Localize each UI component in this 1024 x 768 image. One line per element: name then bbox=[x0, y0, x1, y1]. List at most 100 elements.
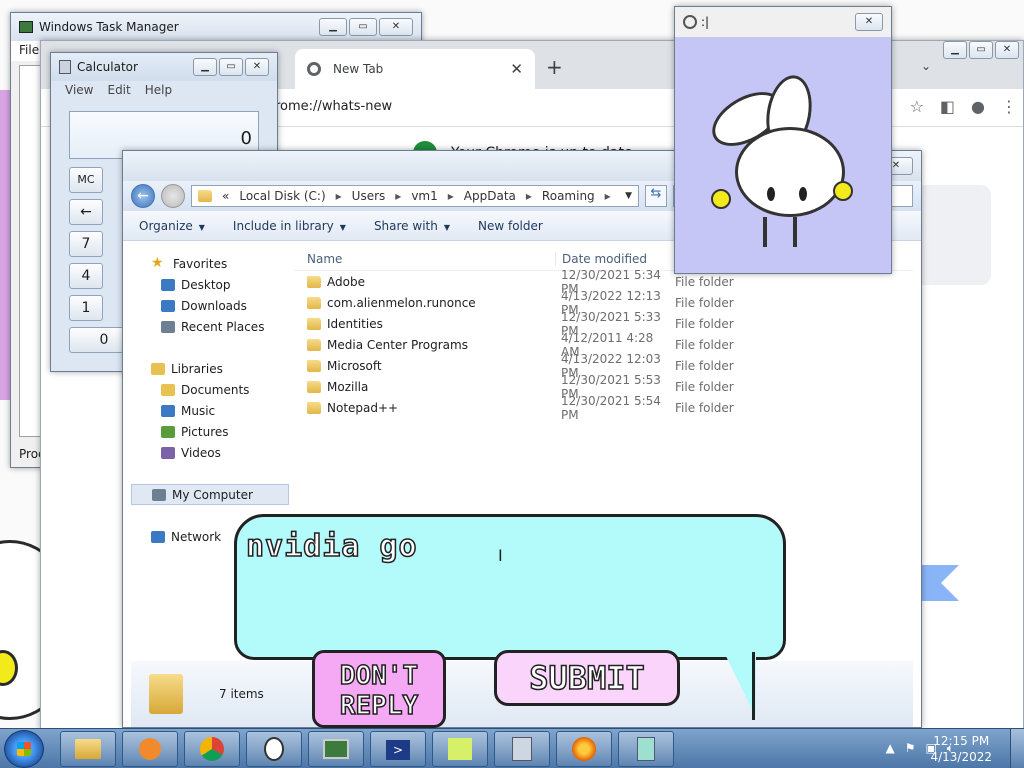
bunny-titlebar[interactable]: :| ✕ bbox=[675, 7, 891, 37]
breadcrumb-roaming[interactable]: Roaming bbox=[542, 189, 595, 203]
breadcrumb-users[interactable]: Users bbox=[352, 189, 386, 203]
maximize-button[interactable]: ▭ bbox=[349, 18, 377, 36]
clock[interactable]: 12:15 PM 4/13/2022 bbox=[930, 733, 992, 765]
show-hidden-icons-icon[interactable]: ▲ bbox=[885, 741, 894, 756]
pictures-icon bbox=[161, 425, 175, 438]
powershell-icon: > bbox=[386, 740, 410, 760]
chevron-right-icon[interactable]: ▸ bbox=[395, 189, 401, 203]
chevron-right-icon[interactable]: ▸ bbox=[336, 189, 342, 203]
new-folder-button[interactable]: New folder bbox=[478, 219, 543, 233]
nav-desktop[interactable]: Desktop bbox=[131, 274, 287, 295]
nav-downloads[interactable]: Downloads bbox=[131, 295, 287, 316]
organize-button[interactable]: Organize ▼ bbox=[139, 219, 205, 233]
nav-documents[interactable]: Documents bbox=[131, 379, 287, 400]
menu-help[interactable]: Help bbox=[145, 83, 172, 99]
menu-edit[interactable]: Edit bbox=[107, 83, 130, 99]
nav-music[interactable]: Music bbox=[131, 400, 287, 421]
maximize-button[interactable]: ▭ bbox=[969, 41, 993, 59]
back-button[interactable]: ← bbox=[131, 184, 155, 208]
minimize-button[interactable]: ▁ bbox=[943, 41, 967, 59]
breadcrumb-vm1[interactable]: vm1 bbox=[411, 189, 437, 203]
desktop-icon bbox=[161, 278, 175, 291]
videos-icon bbox=[161, 446, 175, 459]
bookmark-star-icon[interactable]: ☆ bbox=[910, 97, 924, 116]
close-button[interactable]: ✕ bbox=[855, 13, 883, 31]
taskbar-media-player[interactable] bbox=[122, 731, 178, 767]
column-name[interactable]: Name bbox=[293, 252, 555, 266]
column-date-modified[interactable]: Date modified bbox=[555, 251, 675, 266]
nav-videos[interactable]: Videos bbox=[131, 442, 287, 463]
minimize-button[interactable]: ▁ bbox=[193, 58, 217, 76]
taskbar-task-manager[interactable] bbox=[308, 731, 364, 767]
nav-libraries[interactable]: Libraries bbox=[131, 358, 287, 379]
tab-new-tab[interactable]: New Tab ✕ bbox=[295, 49, 535, 89]
close-button[interactable]: ✕ bbox=[245, 58, 269, 76]
address-bar[interactable]: rome://whats-new bbox=[275, 99, 392, 114]
include-in-library-button[interactable]: Include in library ▼ bbox=[233, 219, 346, 233]
refresh-icon[interactable]: ⇆ bbox=[645, 185, 667, 207]
reply-input[interactable] bbox=[246, 526, 746, 566]
breadcrumb-prefix[interactable]: « bbox=[222, 189, 229, 203]
nav-my-computer[interactable]: My Computer bbox=[131, 484, 289, 505]
breadcrumb[interactable]: « Local Disk (C:) ▸ Users ▸ vm1 ▸ AppData ▸ … bbox=[191, 185, 639, 207]
chevron-right-icon[interactable]: ▸ bbox=[526, 189, 532, 203]
nav-pictures[interactable]: Pictures bbox=[131, 421, 287, 442]
key-backspace[interactable]: ← bbox=[69, 199, 103, 225]
menu-icon[interactable]: ⋮ bbox=[1001, 97, 1017, 116]
taskbar-calculator[interactable] bbox=[494, 731, 550, 767]
task-manager-titlebar[interactable]: Windows Task Manager ▁ ▭ ✕ bbox=[11, 13, 421, 41]
key-mc[interactable]: MC bbox=[69, 167, 103, 193]
taskbar-bunny[interactable] bbox=[246, 731, 302, 767]
share-label: Share with bbox=[373, 218, 438, 233]
chevron-right-icon[interactable]: ▸ bbox=[448, 189, 454, 203]
taskbar-powershell[interactable]: > bbox=[370, 731, 426, 767]
close-button[interactable]: ✕ bbox=[995, 41, 1019, 59]
file-name: Notepad++ bbox=[327, 400, 399, 415]
forward-button[interactable] bbox=[161, 184, 185, 208]
key-1[interactable]: 1 bbox=[69, 295, 103, 321]
action-center-icon[interactable]: ⚑ bbox=[905, 741, 916, 756]
key-7[interactable]: 7 bbox=[69, 231, 103, 257]
maximize-button[interactable]: ▭ bbox=[219, 58, 243, 76]
profile-icon[interactable]: ● bbox=[971, 97, 985, 116]
decorative-ribbon bbox=[941, 565, 959, 601]
desktop: Windows Task Manager ▁ ▭ ✕ File Ap Proc … bbox=[0, 0, 1024, 728]
breadcrumb-local-disk[interactable]: Local Disk (C:) bbox=[239, 189, 325, 203]
bunny-window[interactable]: :| ✕ bbox=[674, 6, 892, 274]
bunny-eye bbox=[767, 187, 775, 201]
share-with-button[interactable]: Share with ▼ bbox=[374, 219, 450, 233]
menu-view[interactable]: View bbox=[65, 83, 93, 99]
menu-file[interactable]: File bbox=[19, 43, 39, 57]
table-row[interactable]: Notepad++ 12/30/2021 5:54 PM File folder bbox=[293, 394, 913, 422]
taskbar-explorer[interactable] bbox=[60, 731, 116, 767]
folder-icon bbox=[307, 359, 321, 372]
start-button[interactable] bbox=[4, 730, 44, 768]
dont-reply-button[interactable]: DON'T REPLY bbox=[312, 650, 446, 728]
downloads-icon bbox=[161, 299, 175, 312]
calculator-titlebar[interactable]: Calculator ▁ ▭ ✕ bbox=[51, 53, 277, 81]
breadcrumb-appdata[interactable]: AppData bbox=[464, 189, 516, 203]
taskbar-firefox[interactable] bbox=[556, 731, 612, 767]
folder-icon bbox=[307, 338, 321, 351]
taskbar-chrome[interactable] bbox=[184, 731, 240, 767]
media-player-icon bbox=[139, 738, 161, 760]
taskbar-sticky-notes[interactable] bbox=[432, 731, 488, 767]
chevron-right-icon[interactable]: ▸ bbox=[605, 189, 611, 203]
submit-button[interactable]: SUBMIT bbox=[494, 650, 680, 706]
taskbar-notepad[interactable] bbox=[618, 731, 674, 767]
key-4[interactable]: 4 bbox=[69, 263, 103, 289]
show-desktop-button[interactable] bbox=[1010, 729, 1024, 768]
tab-search-icon[interactable]: ⌄ bbox=[921, 59, 931, 73]
file-name: Microsoft bbox=[327, 358, 382, 373]
nav-recent-places[interactable]: Recent Places bbox=[131, 316, 287, 337]
file-name-cell: Notepad++ bbox=[293, 401, 555, 415]
chevron-down-icon[interactable]: ▼ bbox=[625, 191, 632, 201]
nav-favorites[interactable]: ★ Favorites bbox=[131, 253, 287, 274]
close-tab-icon[interactable]: ✕ bbox=[510, 60, 523, 78]
new-tab-icon[interactable]: + bbox=[546, 55, 563, 79]
minimize-button[interactable]: ▁ bbox=[319, 18, 347, 36]
file-name: Mozilla bbox=[327, 379, 369, 394]
bunny-leg bbox=[763, 217, 767, 247]
side-panel-icon[interactable]: ◧ bbox=[940, 97, 955, 116]
close-button[interactable]: ✕ bbox=[379, 18, 413, 36]
